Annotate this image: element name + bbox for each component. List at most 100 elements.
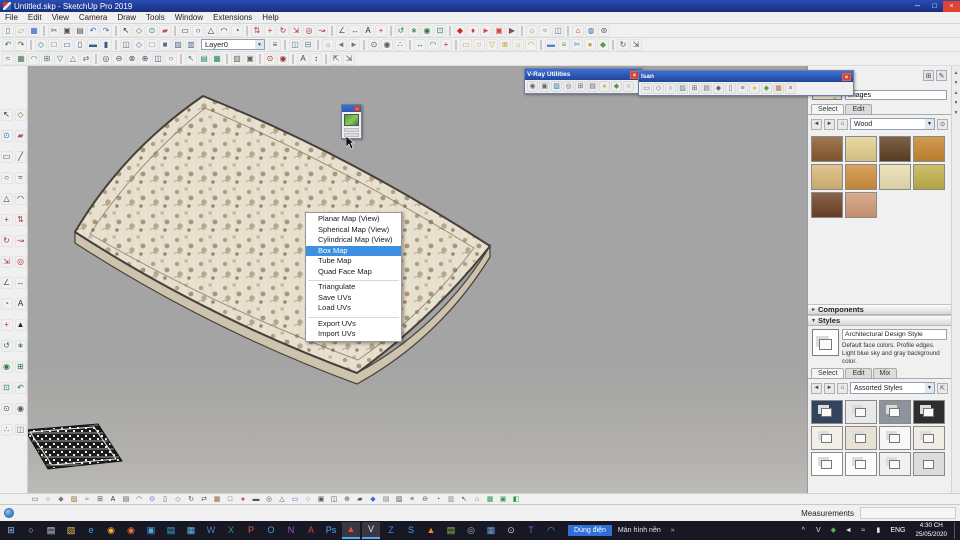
fog-icon[interactable]: ≈: [539, 24, 551, 37]
shadow-later-icon[interactable]: ►: [348, 38, 360, 51]
isan-icon-5[interactable]: ⊞: [689, 83, 700, 94]
context-menu-item[interactable]: Save UVs: [306, 293, 401, 304]
isan-icon-1[interactable]: ▭: [641, 83, 652, 94]
solid-union-icon[interactable]: ◎: [100, 52, 112, 65]
dock-tool-icon[interactable]: ⊙: [147, 494, 157, 504]
context-menu-item[interactable]: Triangulate: [306, 282, 401, 293]
scroll-up-icon[interactable]: ▲: [954, 70, 959, 76]
menu-item[interactable]: Camera: [74, 13, 112, 22]
wood-swatch-cherry[interactable]: [811, 136, 843, 162]
text-tool-icon[interactable]: A: [14, 297, 27, 310]
dock-tool-icon[interactable]: ≈: [82, 494, 92, 504]
context-menu-item[interactable]: Cylindrical Map (View): [306, 235, 401, 246]
redo-icon[interactable]: ↷: [100, 24, 112, 37]
style-thumb-10[interactable]: [845, 452, 877, 477]
wood-swatch-olive[interactable]: [913, 164, 945, 190]
shadow-toggle-icon[interactable]: ☼: [322, 38, 334, 51]
3d-warehouse-icon[interactable]: ⌂: [572, 24, 584, 37]
minimize-button[interactable]: ─: [909, 1, 926, 12]
dock-tool-icon[interactable]: ▥: [446, 494, 456, 504]
menu-item[interactable]: Extensions: [208, 13, 257, 22]
material-name-input[interactable]: [845, 90, 947, 100]
style-thumb-3[interactable]: [879, 400, 911, 425]
push-pull-tool-icon[interactable]: ⇅: [14, 213, 27, 226]
zoom-tool-icon[interactable]: ◉: [0, 360, 13, 373]
freehand-tool-icon[interactable]: ≈: [14, 171, 27, 184]
circle-tool-icon[interactable]: ○: [0, 171, 13, 184]
skype-icon[interactable]: S: [402, 522, 420, 539]
in-model-icon[interactable]: ⌂: [837, 382, 848, 394]
vray-interactive-render-icon[interactable]: ►: [480, 24, 492, 37]
menu-item[interactable]: Edit: [23, 13, 47, 22]
isan-toolbar-window[interactable]: Isan × ▭ ◇ ○ ▨ ⊞ ▤ ◆ ▯ ≡ ● ◆ ▦ ×: [638, 70, 854, 96]
follow-me-tool-icon[interactable]: ↝: [14, 234, 27, 247]
previous-view-icon[interactable]: ↶: [14, 381, 27, 394]
drape-icon[interactable]: ▽: [54, 52, 66, 65]
wood-swatch-dark[interactable]: [879, 136, 911, 162]
battery-icon[interactable]: ▮: [872, 522, 884, 539]
shield-icon[interactable]: ◆: [827, 522, 839, 539]
vlc-icon[interactable]: ▲: [422, 522, 440, 539]
isan-icon-11[interactable]: ◆: [761, 83, 772, 94]
add-detail-icon[interactable]: △: [67, 52, 79, 65]
network-icon[interactable]: ≈: [857, 522, 869, 539]
chevron-right-icon[interactable]: ▸: [812, 306, 815, 313]
eraser-tool-icon[interactable]: ▰: [14, 129, 27, 142]
wood-swatch-pale[interactable]: [879, 164, 911, 190]
unikey-icon[interactable]: V: [812, 522, 824, 539]
texture-mini-window[interactable]: ×: [341, 104, 362, 139]
orbit-tool-icon[interactable]: ↺: [0, 339, 13, 352]
context-menu-item[interactable]: Box Map: [306, 245, 401, 256]
polygon-tool-icon[interactable]: △: [205, 24, 217, 37]
context-menu-item[interactable]: Planar Map (View): [306, 214, 401, 225]
context-menu-item[interactable]: Tube Map: [306, 256, 401, 267]
vray-clipper-icon[interactable]: ✂: [571, 38, 583, 51]
close-icon[interactable]: ×: [842, 72, 851, 81]
paste-icon[interactable]: ▤: [74, 24, 86, 37]
dock-tool-icon[interactable]: ▨: [69, 494, 79, 504]
component-options-icon[interactable]: ▤: [198, 52, 210, 65]
dock-tool-icon[interactable]: ▭: [290, 494, 300, 504]
detach-icon[interactable]: ⇱: [937, 382, 948, 394]
chevron-down-icon[interactable]: ▼: [925, 119, 934, 129]
search-icon[interactable]: ○: [22, 522, 40, 539]
paint-bucket-icon[interactable]: ⊙: [146, 24, 158, 37]
stamp-icon[interactable]: ⊞: [41, 52, 53, 65]
open-icon[interactable]: ▱: [15, 24, 27, 37]
wood-swatch-tan[interactable]: [811, 164, 843, 190]
word-icon[interactable]: W: [202, 522, 220, 539]
context-menu-item[interactable]: Export UVs: [306, 319, 401, 330]
dock-tool-icon[interactable]: ◆: [56, 494, 66, 504]
shaded-icon[interactable]: ■: [159, 38, 171, 51]
teams-icon[interactable]: T: [522, 522, 540, 539]
components-section-header[interactable]: ▸ Components: [808, 304, 951, 315]
vray-ies-light-icon[interactable]: ⊗: [499, 38, 511, 51]
zalo-icon[interactable]: Z: [382, 522, 400, 539]
style-preview-thumbnail[interactable]: [812, 329, 839, 356]
sketchup-icon[interactable]: ▲: [342, 522, 360, 539]
offset-tool-icon[interactable]: ◎: [14, 255, 27, 268]
settings-icon[interactable]: ⊙: [502, 522, 520, 539]
scroll-up-icon[interactable]: ▲: [954, 90, 959, 96]
scroll-down-icon[interactable]: ▼: [954, 100, 959, 106]
vray-fur-icon[interactable]: ≡: [558, 38, 570, 51]
preferences-icon[interactable]: ⊛: [598, 24, 610, 37]
wood-swatch-walnut[interactable]: [811, 192, 843, 218]
outer-shell-icon[interactable]: ○: [165, 52, 177, 65]
power-plan-label[interactable]: Dùng điện: [568, 525, 612, 536]
undo-icon[interactable]: ↶: [87, 24, 99, 37]
mail-icon[interactable]: ▤: [162, 522, 180, 539]
dock-tool-icon[interactable]: ▤: [121, 494, 131, 504]
onedrive-icon[interactable]: ◠: [542, 522, 560, 539]
desktop-toolbar-label[interactable]: Màn hình nền: [618, 527, 661, 534]
layers-icon[interactable]: ≡: [269, 38, 281, 51]
cut-icon[interactable]: ✂: [48, 24, 60, 37]
export-icon[interactable]: ⇲: [343, 52, 355, 65]
geolocation-icon[interactable]: [4, 508, 14, 518]
right-view-icon[interactable]: ▯: [74, 38, 86, 51]
create-material-icon[interactable]: ⊞: [923, 70, 934, 81]
section-display-icon[interactable]: ◫: [289, 38, 301, 51]
style-thumb-8[interactable]: [913, 426, 945, 451]
isan-icon-2[interactable]: ◇: [653, 83, 664, 94]
solid-intersect-icon[interactable]: ⊕: [139, 52, 151, 65]
